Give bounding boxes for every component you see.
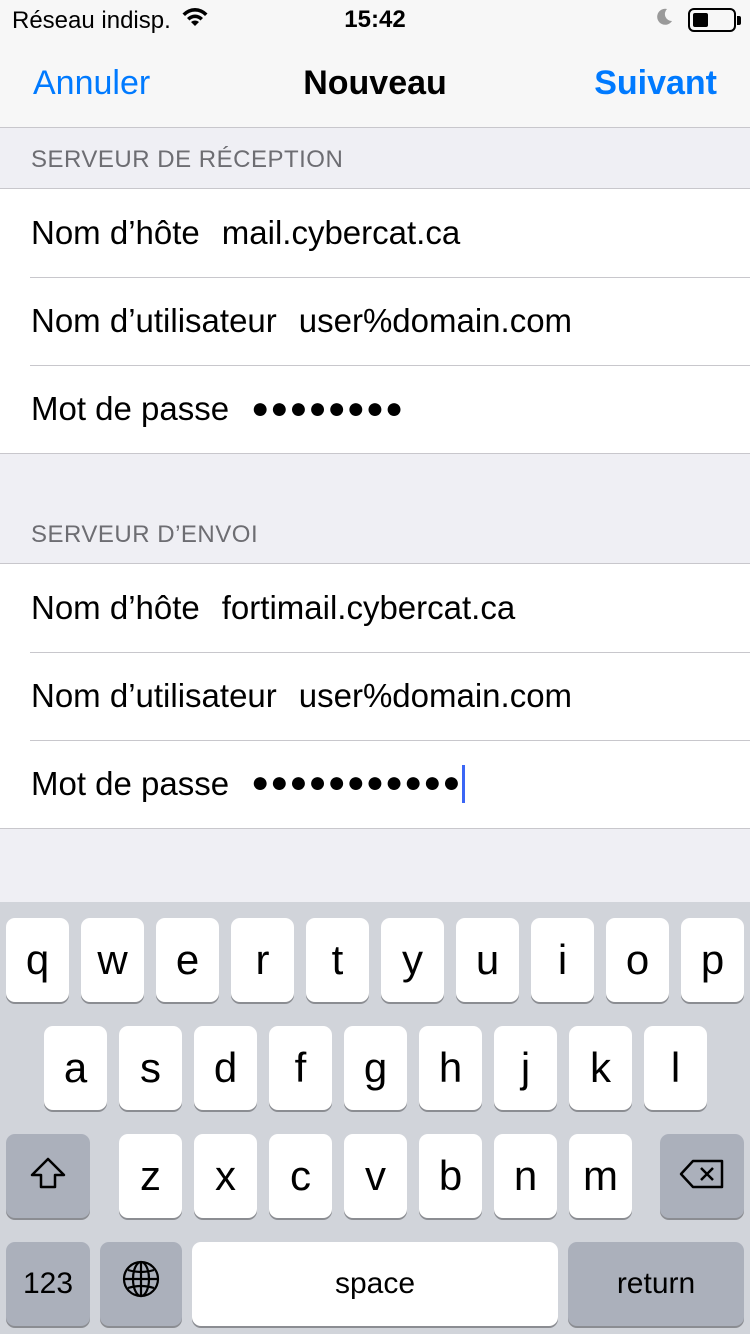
key-a[interactable]: a [44,1026,107,1110]
status-right [654,6,741,34]
outgoing-server-group: Nom d’hôte fortimail.cybercat.ca Nom d’u… [0,563,750,829]
incoming-user-row[interactable]: Nom d’utilisateur user%domain.com [0,277,750,365]
key-r[interactable]: r [231,918,294,1002]
key-p[interactable]: p [681,918,744,1002]
outgoing-host-label: Nom d’hôte [31,589,200,626]
shift-icon [29,1152,67,1200]
incoming-server-group: Nom d’hôte mail.cybercat.ca Nom d’utilis… [0,188,750,454]
outgoing-host-field[interactable]: fortimail.cybercat.ca [222,589,515,627]
space-key[interactable]: space [192,1242,558,1326]
outgoing-password-text: ●●●●●●●●●●● [251,765,462,799]
key-o[interactable]: o [606,918,669,1002]
do-not-disturb-icon [654,6,674,34]
key-n[interactable]: n [494,1134,557,1218]
key-g[interactable]: g [344,1026,407,1110]
outgoing-user-field[interactable]: user%domain.com [299,677,572,715]
delete-key[interactable] [660,1134,744,1218]
battery-icon [688,8,741,32]
outgoing-password-label: Mot de passe [31,765,230,802]
incoming-user-label: Nom d’utilisateur [31,302,277,339]
key-l[interactable]: l [644,1026,707,1110]
incoming-password-field[interactable]: ●●●●●●●● [251,392,404,426]
key-d[interactable]: d [194,1026,257,1110]
key-j[interactable]: j [494,1026,557,1110]
key-b[interactable]: b [419,1134,482,1218]
incoming-user-field[interactable]: user%domain.com [299,302,572,340]
key-w[interactable]: w [81,918,144,1002]
return-key[interactable]: return [568,1242,744,1326]
key-h[interactable]: h [419,1026,482,1110]
outgoing-user-label: Nom d’utilisateur [31,677,277,714]
shift-key[interactable] [6,1134,90,1218]
screen: Réseau indisp. 15:42 Annuler Nouveau Sui… [0,0,750,1334]
battery-level [693,13,708,27]
incoming-section-header: SERVEUR DE RÉCEPTION [31,146,344,173]
globe-icon [121,1259,161,1309]
key-i[interactable]: i [531,918,594,1002]
delete-icon [679,1152,725,1200]
keyboard: 123 space return qwertyuiop asdfghjkl zxcv… [0,902,750,1334]
key-z[interactable]: z [119,1134,182,1218]
globe-key[interactable] [100,1242,182,1326]
key-x[interactable]: x [194,1134,257,1218]
text-cursor [462,765,466,803]
status-time: 15:42 [344,6,406,33]
outgoing-user-row[interactable]: Nom d’utilisateur user%domain.com [0,652,750,740]
key-y[interactable]: y [381,918,444,1002]
numbers-key[interactable]: 123 [6,1242,90,1326]
incoming-password-row[interactable]: Mot de passe ●●●●●●●● [0,365,750,453]
incoming-host-field[interactable]: mail.cybercat.ca [222,214,460,252]
incoming-host-row[interactable]: Nom d’hôte mail.cybercat.ca [0,189,750,277]
incoming-host-label: Nom d’hôte [31,214,200,251]
key-c[interactable]: c [269,1134,332,1218]
next-button[interactable]: Suivant [594,64,717,103]
key-k[interactable]: k [569,1026,632,1110]
outgoing-password-row[interactable]: Mot de passe ●●●●●●●●●●● [0,740,750,828]
key-f[interactable]: f [269,1026,332,1110]
status-bar: Réseau indisp. 15:42 [0,0,750,40]
outgoing-section-header: SERVEUR D’ENVOI [31,521,259,548]
key-s[interactable]: s [119,1026,182,1110]
key-q[interactable]: q [6,918,69,1002]
key-m[interactable]: m [569,1134,632,1218]
outgoing-password-field[interactable]: ●●●●●●●●●●● [251,765,466,803]
navigation-bar: Annuler Nouveau Suivant [0,40,750,128]
key-t[interactable]: t [306,918,369,1002]
key-u[interactable]: u [456,918,519,1002]
key-e[interactable]: e [156,918,219,1002]
incoming-password-label: Mot de passe [31,390,230,427]
key-v[interactable]: v [344,1134,407,1218]
outgoing-host-row[interactable]: Nom d’hôte fortimail.cybercat.ca [0,564,750,652]
